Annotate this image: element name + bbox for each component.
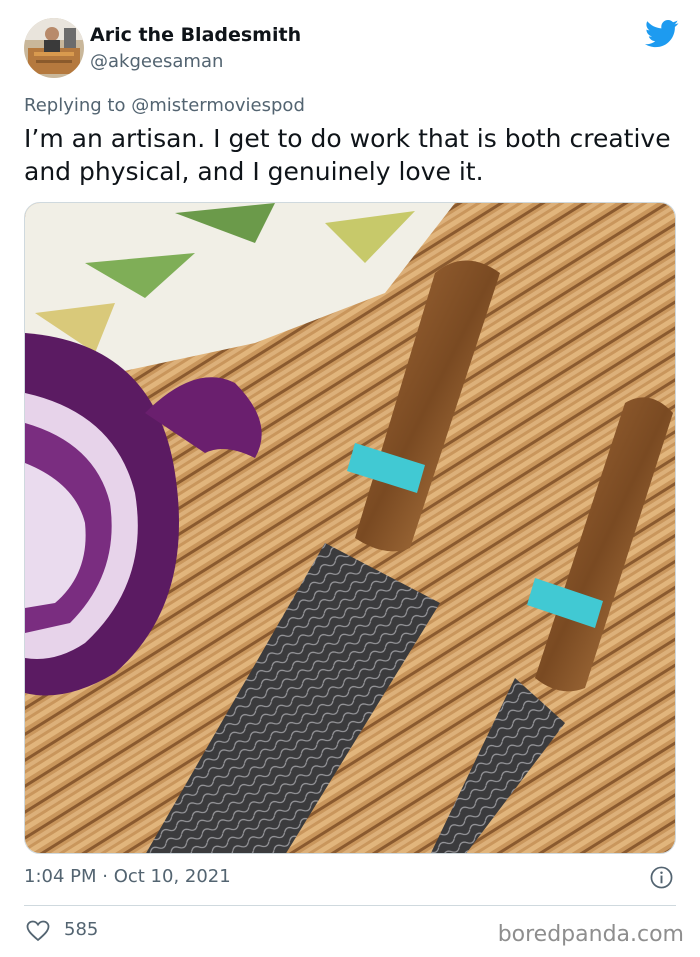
avatar[interactable] — [24, 18, 84, 78]
author-handle[interactable]: @akgeesaman — [90, 51, 223, 72]
tweet-photo[interactable] — [24, 202, 676, 854]
info-icon[interactable] — [650, 866, 673, 889]
twitter-bird-icon[interactable] — [645, 19, 679, 49]
replying-to-label: Replying to — [24, 95, 126, 116]
like-count: 585 — [64, 919, 99, 940]
tweet-text: I’m an artisan. I get to do work that is… — [24, 124, 671, 186]
replying-to-line: Replying to @mistermoviespod — [24, 95, 305, 116]
tweet-timestamp[interactable]: 1:04 PM · Oct 10, 2021 — [24, 866, 231, 887]
source-watermark: boredpanda.com — [497, 922, 684, 947]
heart-icon[interactable] — [26, 920, 50, 942]
divider — [24, 905, 676, 906]
author-display-name[interactable]: Aric the Bladesmith — [90, 24, 301, 46]
reply-mention-link[interactable]: @mistermoviespod — [131, 95, 305, 116]
